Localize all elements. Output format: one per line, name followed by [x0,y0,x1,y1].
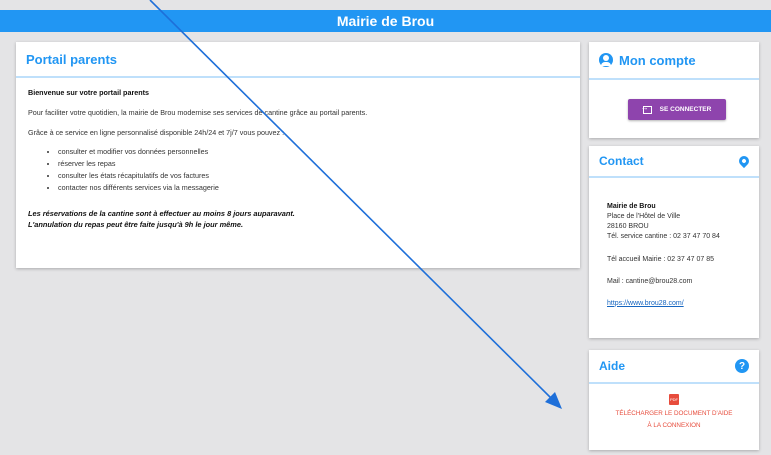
contact-card: Contact Mairie de Brou Place de l'Hôtel … [589,146,759,338]
pdf-icon: PDF [669,394,679,405]
account-title: Mon compte [619,52,696,68]
question-icon: ? [735,359,749,373]
contact-email: Mail : cantine@brou28.com [607,277,693,285]
contact-address-line1: Place de l'Hôtel de Ville [607,213,681,221]
help-card: Aide ? PDF TÉLÉCHARGER LE DOCUMENT D'AID… [589,350,759,450]
login-label: SE CONNECTER [659,106,712,113]
account-card-header: Mon compte [589,42,759,80]
list-item: consulter les états récapitulatifs de vo… [58,171,568,182]
list-item: réserver les repas [58,159,568,170]
help-card-header: Aide ? [589,350,759,384]
help-title: Aide [599,359,626,373]
download-help-doc-link[interactable]: PDF TÉLÉCHARGER LE DOCUMENT D'AIDE À LA … [589,384,759,432]
contact-name: Mairie de Brou [607,203,656,210]
contact-card-header: Contact [589,146,759,178]
portal-card-header: Portail parents [16,42,580,78]
contact-body: Mairie de Brou Place de l'Hôtel de Ville… [589,178,759,309]
list-item: contacter nos différents services via la… [58,183,568,194]
download-label-line1: TÉLÉCHARGER LE DOCUMENT D'AIDE [615,410,733,417]
features-list: consulter et modifier vos données person… [58,147,568,193]
site-title: Mairie de Brou [336,13,435,29]
list-item: consulter et modifier vos données person… [58,147,568,158]
login-button[interactable]: SE CONNECTER [628,99,726,120]
download-label-line2: À LA CONNEXION [647,421,701,429]
reservation-note: Les réservations de la cantine sont à ef… [28,208,295,218]
portal-parents-card: Portail parents Bienvenue sur votre port… [16,42,580,268]
cancellation-note: L'annulation du repas peut être faite ju… [28,220,244,230]
website-link[interactable]: https://www.brou28.com/ [607,300,684,307]
login-icon [641,103,652,114]
portal-title: Portail parents [26,51,118,67]
intro-text: Pour faciliter votre quotidien, la mairi… [28,107,368,117]
account-card: Mon compte SE CONNECTER [589,42,759,138]
lead-text: Grâce à ce service en ligne personnalisé… [28,127,285,137]
location-pin-icon [736,153,752,169]
portal-body: Bienvenue sur votre portail parents Pour… [16,78,580,241]
contact-phone-reception: Tél accueil Mairie : 02 37 47 07 85 [607,255,715,263]
welcome-text: Bienvenue sur votre portail parents [28,88,150,97]
contact-title: Contact [599,154,644,168]
top-header-bar: Mairie de Brou [0,10,771,32]
user-circle-icon [599,53,613,67]
contact-phone-canteen: Tél. service cantine : 02 37 47 70 84 [607,233,720,241]
contact-address-line2: 28160 BROU [607,223,649,231]
